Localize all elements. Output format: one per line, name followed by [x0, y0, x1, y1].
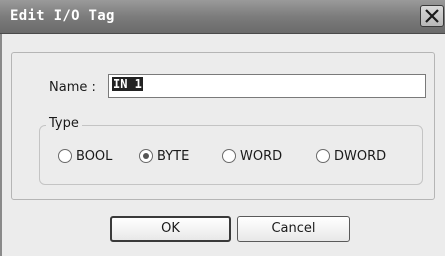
- radio-byte-circle[interactable]: [139, 149, 153, 163]
- radio-bool-label: BOOL: [76, 148, 113, 164]
- radio-byte[interactable]: BYTE: [139, 147, 189, 165]
- ok-button[interactable]: OK: [110, 216, 231, 242]
- radio-word-label: WORD: [240, 148, 283, 164]
- name-input[interactable]: IN 1: [108, 74, 426, 98]
- radio-selected-dot: [143, 153, 149, 159]
- radio-bool[interactable]: BOOL: [58, 147, 112, 165]
- close-icon: [425, 9, 439, 23]
- dialog-border: [0, 34, 2, 256]
- name-label: Name :: [49, 80, 96, 95]
- close-button[interactable]: [420, 5, 444, 27]
- radio-word[interactable]: WORD: [222, 147, 282, 165]
- radio-word-circle[interactable]: [222, 149, 236, 163]
- radio-dword[interactable]: DWORD: [316, 147, 386, 165]
- name-input-value: IN 1: [112, 77, 143, 91]
- cancel-button[interactable]: Cancel: [237, 216, 350, 242]
- type-legend: Type: [46, 116, 82, 131]
- radio-byte-label: BYTE: [157, 148, 190, 164]
- radio-bool-circle[interactable]: [58, 149, 72, 163]
- dialog-title: Edit I/O Tag: [10, 8, 115, 24]
- radio-dword-label: DWORD: [334, 148, 387, 164]
- title-bar[interactable]: Edit I/O Tag: [0, 0, 445, 34]
- radio-dword-circle[interactable]: [316, 149, 330, 163]
